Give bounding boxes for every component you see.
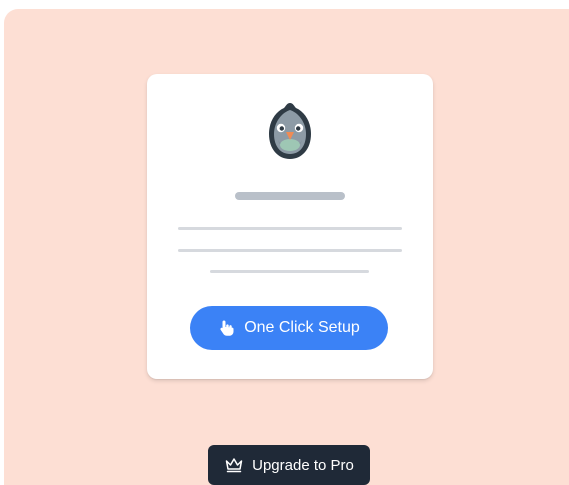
pigeon-mascot-icon bbox=[269, 103, 311, 159]
placeholder-title-bar bbox=[235, 192, 345, 200]
placeholder-text-line bbox=[178, 227, 402, 230]
crown-icon bbox=[225, 458, 243, 473]
upgrade-to-pro-button[interactable]: Upgrade to Pro bbox=[208, 445, 370, 485]
one-click-setup-button[interactable]: One Click Setup bbox=[190, 306, 388, 350]
onboarding-panel: One Click Setup Upgrade to Pro bbox=[4, 9, 569, 485]
upgrade-button-label: Upgrade to Pro bbox=[252, 456, 354, 474]
hand-pointer-icon bbox=[220, 320, 234, 336]
setup-button-label: One Click Setup bbox=[244, 319, 360, 336]
placeholder-text-line bbox=[210, 270, 369, 273]
setup-card: One Click Setup bbox=[147, 74, 433, 379]
placeholder-text-line bbox=[178, 249, 402, 252]
